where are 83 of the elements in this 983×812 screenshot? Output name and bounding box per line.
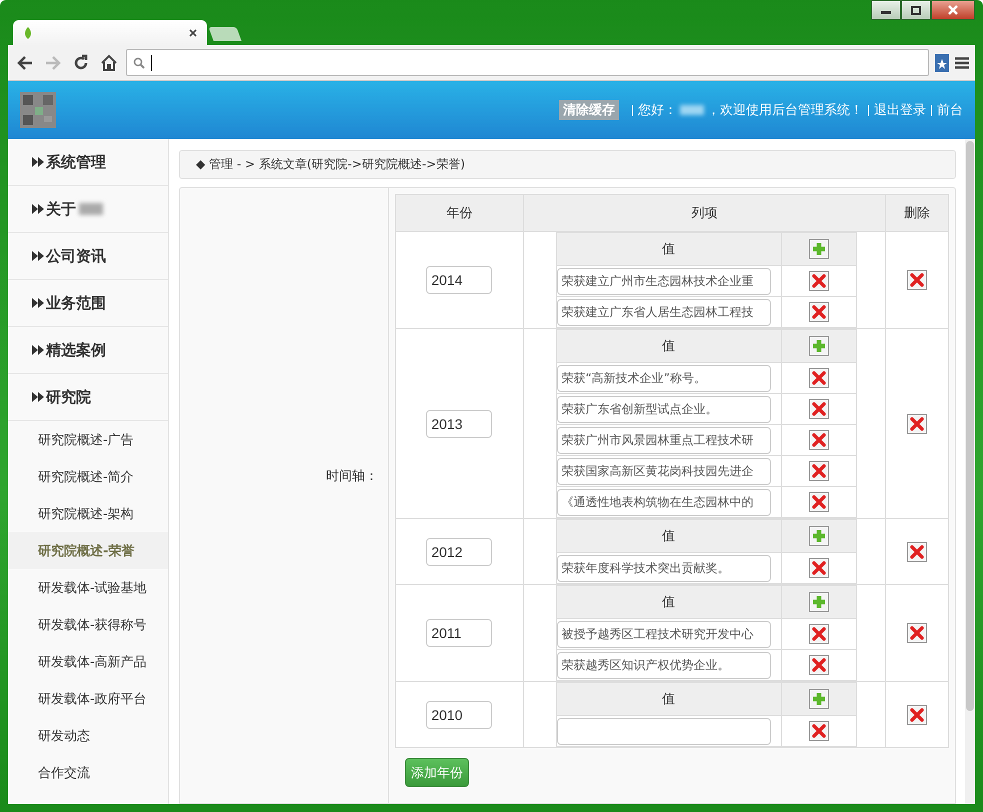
value-field[interactable]: 荣获年度科学技术突出贡献奖。 xyxy=(556,554,771,582)
delete-year-button[interactable] xyxy=(907,414,928,434)
double-arrow-icon xyxy=(32,251,45,261)
value-field[interactable]: 荣获广东省创新型试点企业。 xyxy=(556,396,771,422)
remove-item-button[interactable] xyxy=(808,492,829,512)
value-field[interactable] xyxy=(556,718,771,744)
menu-icon[interactable] xyxy=(955,56,969,68)
add-item-button[interactable] xyxy=(808,336,829,356)
sidebar-item[interactable]: 研究院概述-广告 xyxy=(8,421,168,458)
sidebar-section[interactable]: 研究院 xyxy=(8,374,168,421)
remove-item-button[interactable] xyxy=(808,721,829,741)
column-header: 年份 xyxy=(396,194,524,232)
sidebar-section[interactable]: 业务范围 xyxy=(8,280,168,327)
leaf-icon xyxy=(23,26,33,38)
value-field[interactable]: 荣获越秀区知识产权优势企业。 xyxy=(556,652,771,678)
remove-item-button[interactable] xyxy=(808,461,829,481)
sidebar-item[interactable]: 研发载体-政府平台 xyxy=(8,680,168,717)
value-field[interactable]: 荣获广州市风景园林重点工程技术研 xyxy=(556,426,771,454)
double-arrow-icon xyxy=(32,392,45,402)
add-item-button[interactable] xyxy=(808,239,829,259)
bookmark-icon[interactable] xyxy=(935,54,949,72)
value-field[interactable]: 荣获建立广州市生态园林技术企业重 xyxy=(556,268,771,294)
column-header: 删除 xyxy=(886,194,948,232)
breadcrumb: ◆ 管理 - > 系统文章(研究院->研究院概述->荣誉) xyxy=(179,150,956,179)
field-label: 时间轴： xyxy=(326,468,378,484)
value-field[interactable]: 荣获“高新技术企业”称号。 xyxy=(556,364,771,392)
value-field[interactable]: 荣获国家高新区黄花岗科技园先进企 xyxy=(556,458,771,484)
delete-year-button[interactable] xyxy=(907,542,928,562)
sidebar-item[interactable]: 研发载体-高新产品 xyxy=(8,643,168,680)
value-field[interactable]: 荣获建立广东省人居生态园林工程技 xyxy=(556,298,771,326)
remove-item-button[interactable] xyxy=(808,271,829,291)
remove-item-button[interactable] xyxy=(808,399,829,419)
double-arrow-icon xyxy=(32,298,45,308)
sidebar-item[interactable]: 研究院概述-荣誉 xyxy=(8,532,168,569)
sidebar-item[interactable]: 研究院概述-架构 xyxy=(8,495,168,532)
remove-item-button[interactable] xyxy=(808,558,829,578)
double-arrow-icon xyxy=(32,204,45,214)
new-tab-button[interactable] xyxy=(208,27,242,41)
column-header: 值 xyxy=(556,232,782,266)
remove-item-button[interactable] xyxy=(808,368,829,388)
close-icon[interactable] xyxy=(931,0,975,20)
remove-item-button[interactable] xyxy=(808,624,829,644)
column-header: 值 xyxy=(556,330,782,362)
column-header: 列项 xyxy=(523,194,886,232)
scrollbar-thumb[interactable] xyxy=(966,141,974,711)
double-arrow-icon xyxy=(32,345,45,355)
sidebar-item[interactable]: 研发载体-获得称号 xyxy=(8,606,168,643)
year-field[interactable]: 2011 xyxy=(426,619,492,647)
delete-year-button[interactable] xyxy=(907,270,928,290)
blurred-text xyxy=(680,105,704,115)
year-field[interactable]: 2014 xyxy=(426,266,492,294)
sidebar-item[interactable]: 研发载体-试验基地 xyxy=(8,569,168,606)
sidebar-item[interactable]: 研发动态 xyxy=(8,717,168,754)
sidebar-item[interactable]: 研究院概述-简介 xyxy=(8,458,168,495)
delete-year-button[interactable] xyxy=(907,623,928,643)
sidebar-section[interactable]: 精选案例 xyxy=(8,327,168,374)
remove-item-button[interactable] xyxy=(808,655,829,675)
search-icon xyxy=(133,56,145,68)
maximize-icon[interactable] xyxy=(901,0,931,20)
add-item-button[interactable] xyxy=(808,526,829,546)
value-field[interactable]: 被授予越秀区工程技术研究开发中心 xyxy=(556,620,771,648)
sidebar-item[interactable]: 合作交流 xyxy=(8,754,168,791)
column-header: 值 xyxy=(556,520,782,552)
sidebar-section[interactable]: 公司资讯 xyxy=(8,233,168,280)
year-field[interactable]: 2013 xyxy=(426,410,492,438)
year-field[interactable]: 2010 xyxy=(426,700,492,728)
double-arrow-icon xyxy=(32,157,45,167)
address-field[interactable] xyxy=(126,49,929,76)
column-header: 值 xyxy=(556,586,782,618)
column-header: 值 xyxy=(556,682,782,716)
close-icon[interactable] xyxy=(189,28,197,36)
greeting-text: 您好： xyxy=(638,102,677,119)
remove-item-button[interactable] xyxy=(808,302,829,322)
minimize-icon[interactable] xyxy=(871,0,901,20)
value-field[interactable]: 《通透性地表构筑物在生态园林中的 xyxy=(556,488,771,516)
add-item-button[interactable] xyxy=(808,592,829,612)
add-item-button[interactable] xyxy=(808,689,829,709)
sidebar-section[interactable]: 系统管理 xyxy=(8,139,168,186)
welcome-text: ，欢迎使用后台管理系统！ xyxy=(707,102,863,119)
delete-year-button[interactable] xyxy=(907,704,928,724)
sidebar-section[interactable]: 关于 xyxy=(8,186,168,233)
remove-item-button[interactable] xyxy=(808,430,829,450)
year-field[interactable]: 2012 xyxy=(426,538,492,566)
